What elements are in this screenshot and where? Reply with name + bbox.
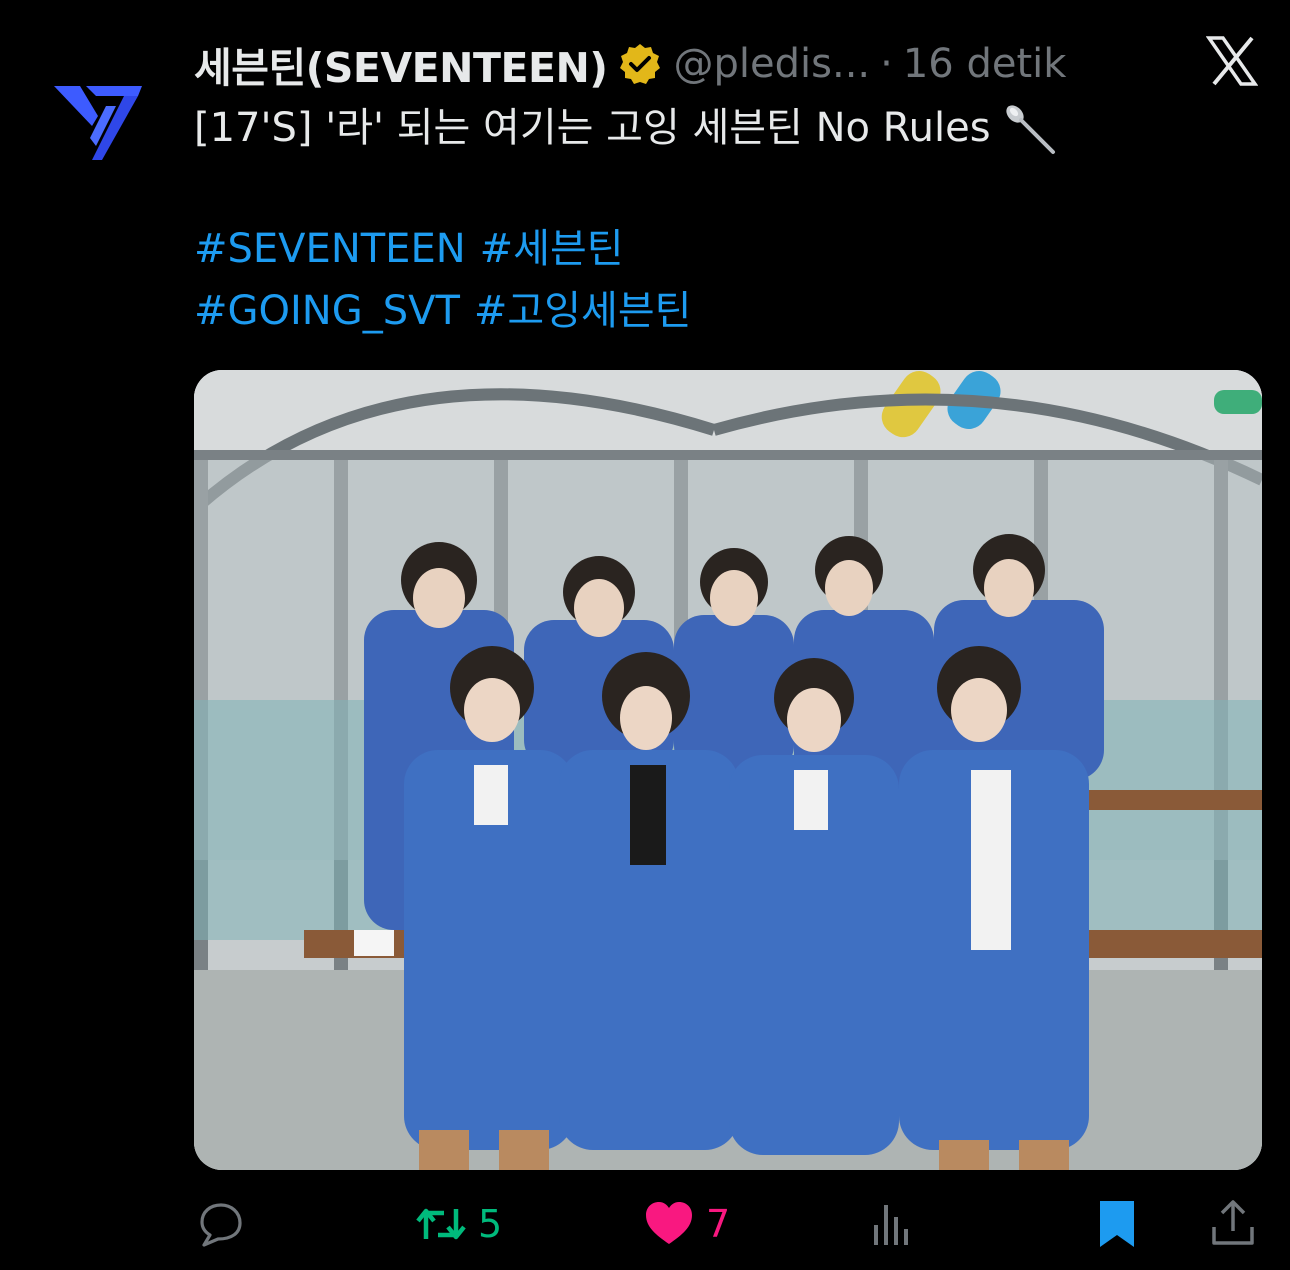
hashtag-link[interactable]: #고잉세븐틴 — [474, 288, 692, 334]
x-logo-icon[interactable] — [1206, 36, 1258, 86]
tweet-photo[interactable] — [194, 370, 1262, 1170]
views-icon — [874, 1205, 908, 1245]
repost-button[interactable]: 5 — [416, 1196, 502, 1252]
share-button[interactable] — [1208, 1196, 1258, 1252]
tweet-header: 세븐틴(SEVENTEEN) @pledis... · 16 detik — [194, 38, 1067, 92]
share-icon — [1212, 1200, 1254, 1245]
hashtag-link[interactable]: #GOING_SVT — [194, 288, 460, 334]
bookmark-icon — [1100, 1201, 1134, 1247]
heart-icon — [646, 1202, 692, 1244]
hashtag-line-1: #SEVENTEEN #세븐틴 — [194, 218, 705, 280]
repost-icon — [416, 1208, 466, 1240]
author-handle[interactable]: @pledis... — [674, 41, 871, 87]
action-bar: 5 7 — [0, 1196, 1290, 1252]
separator-dot: · — [880, 41, 893, 87]
tweet-text: [17'S] '라' 되는 여기는 고잉 세븐틴 No Rules — [194, 98, 1059, 158]
like-count: 7 — [706, 1202, 731, 1246]
hashtags: #SEVENTEEN #세븐틴 #GOING_SVT #고잉세븐틴 — [194, 218, 705, 342]
views-button[interactable] — [868, 1196, 930, 1252]
hashtag-link[interactable]: #세븐틴 — [480, 226, 624, 272]
hashtag-link[interactable]: #SEVENTEEN — [194, 226, 466, 272]
tweet-text-content: [17'S] '라' 되는 여기는 고잉 세븐틴 No Rules — [194, 105, 991, 151]
author-display-name[interactable]: 세븐틴(SEVENTEEN) — [194, 34, 608, 94]
avatar[interactable] — [52, 76, 144, 160]
hashtag-line-2: #GOING_SVT #고잉세븐틴 — [194, 280, 705, 342]
timestamp[interactable]: 16 detik — [903, 41, 1067, 87]
reply-button[interactable] — [196, 1196, 258, 1252]
bookmark-button[interactable] — [1092, 1196, 1142, 1252]
reply-icon — [200, 1203, 242, 1247]
tweet[interactable]: 세븐틴(SEVENTEEN) @pledis... · 16 detik [17… — [0, 0, 1290, 1270]
spoon-emoji-icon — [1005, 105, 1055, 154]
repost-count: 5 — [478, 1202, 503, 1246]
like-button[interactable]: 7 — [644, 1196, 730, 1252]
verified-badge-icon[interactable] — [618, 42, 662, 86]
